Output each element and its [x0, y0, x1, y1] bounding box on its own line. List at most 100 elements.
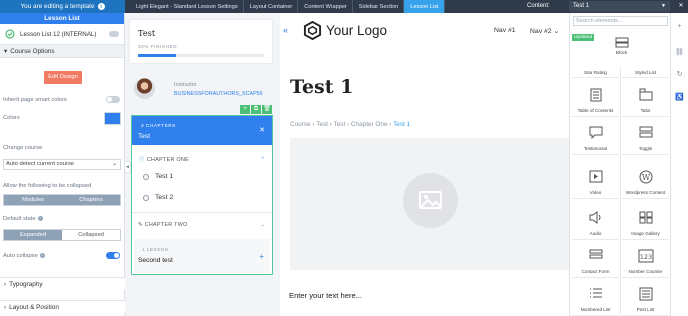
- element-tile-audio[interactable]: Audio: [572, 204, 619, 240]
- close-icon[interactable]: ✕: [676, 1, 686, 12]
- lesson-entry[interactable]: 1 LESSON Second test +: [134, 239, 270, 273]
- element-tile-star-rating[interactable]: Star Rating: [572, 66, 619, 78]
- lesson-count: 1 LESSON: [142, 247, 169, 252]
- close-icon[interactable]: ✕: [259, 126, 265, 134]
- content-select-value: Test 1: [573, 3, 590, 9]
- link-icon[interactable]: ⛓: [675, 48, 684, 57]
- color-swatch[interactable]: [104, 112, 121, 125]
- nav-item-1[interactable]: Nav #1: [494, 27, 516, 34]
- lesson-item[interactable]: Test 1: [143, 173, 173, 180]
- nav-item-2[interactable]: Nav #2 ⌄: [530, 27, 559, 35]
- element-tile-contact-form[interactable]: Contact Form: [572, 242, 619, 278]
- chevron-right-icon: ›: [4, 280, 7, 288]
- top-bar: You are editing a template i Light Elega…: [0, 0, 688, 13]
- double-chevron-left-icon[interactable]: «: [283, 25, 288, 35]
- default-state-label: Default state?: [3, 216, 43, 222]
- block-icon: [615, 37, 628, 48]
- tile-label: Styled List: [634, 70, 657, 75]
- default-state-text: Default state: [3, 216, 36, 222]
- modules-option[interactable]: Modules: [4, 195, 62, 205]
- help-icon[interactable]: ?: [37, 216, 43, 221]
- element-tile-numbered-list[interactable]: Numbered List: [572, 280, 619, 316]
- inherit-colors-toggle[interactable]: [106, 96, 120, 103]
- element-tile-tabs[interactable]: Tabs: [622, 81, 669, 117]
- colors-label: Colors: [3, 115, 20, 121]
- element-tile-number-counter[interactable]: 123 Number Counter: [622, 242, 669, 278]
- collapse-label: Allow the following to be collapsed: [3, 183, 92, 189]
- help-icon[interactable]: ?: [39, 253, 45, 258]
- info-icon[interactable]: i: [97, 3, 105, 10]
- instructor-label: Instructor: [174, 82, 197, 88]
- chapters-option[interactable]: Chapters: [62, 195, 120, 205]
- tile-label: Video: [589, 190, 602, 195]
- element-tile-post-list[interactable]: Post List: [622, 280, 669, 316]
- lesson-label: Test 2: [155, 194, 174, 201]
- chevron-down-icon: ▾: [4, 48, 8, 55]
- plus-icon[interactable]: +: [259, 252, 264, 261]
- lesson-item[interactable]: Test 2: [143, 194, 173, 201]
- element-name-row: Lesson List 12 (INTERNAL): [0, 24, 124, 45]
- text-placeholder[interactable]: Enter your text here...: [289, 291, 362, 300]
- divider: [132, 212, 272, 213]
- element-tile-testimonial[interactable]: Testimonial: [572, 119, 619, 155]
- accessibility-icon[interactable]: ♿: [675, 93, 684, 102]
- chapter-two-header[interactable]: ✎ CHAPTER TWO: [138, 222, 188, 228]
- status-circle-icon: [143, 173, 149, 180]
- section-label: Typography: [9, 280, 43, 288]
- breadcrumb: Light Elegant - Standard Lesson Settings…: [130, 0, 445, 13]
- tile-label: Toggle: [638, 146, 653, 151]
- breadcrumb-item[interactable]: Sidebar Section: [353, 0, 405, 13]
- plus-icon[interactable]: +: [675, 23, 684, 32]
- element-tile-wordpress-content[interactable]: W Wordpress Content: [622, 163, 669, 199]
- breadcrumb-item[interactable]: Test: [334, 121, 346, 128]
- element-tile-toggle[interactable]: Toggle: [622, 119, 669, 155]
- expanded-option[interactable]: Expanded: [4, 230, 62, 240]
- progress-text: 30% FINISHED: [138, 44, 178, 49]
- wordpress-icon: W: [639, 170, 652, 184]
- image-icon: [403, 173, 458, 228]
- element-tile-styled-list[interactable]: Styled List: [622, 66, 669, 78]
- breadcrumb-item-active[interactable]: Lesson List: [404, 0, 445, 13]
- refresh-icon[interactable]: ↻: [675, 70, 684, 79]
- breadcrumb-item[interactable]: Test: [316, 121, 328, 128]
- auto-collapse-text: Auto collapse: [3, 253, 38, 259]
- lesson-list-icon: [5, 29, 15, 39]
- search-input[interactable]: Search elements...: [573, 16, 668, 26]
- lesson-label: Test 1: [155, 173, 174, 180]
- chevron-up-icon[interactable]: ⌃: [260, 157, 265, 163]
- chevron-down-icon[interactable]: ⌄: [260, 222, 265, 228]
- add-icon[interactable]: +: [240, 105, 250, 114]
- breadcrumb-item[interactable]: Light Elegant - Standard Lesson Settings: [130, 0, 244, 13]
- content-select[interactable]: Test 1 ▼: [569, 1, 670, 12]
- course-select[interactable]: Auto detect current course ⌄: [3, 159, 121, 170]
- lesson-list-header: 3 CHAPTERS Test ✕: [132, 116, 272, 145]
- element-tile-image-gallery[interactable]: Image Gallery: [622, 204, 669, 240]
- duplicate-icon[interactable]: ⧉: [251, 105, 261, 114]
- nav-item-2-label: Nav #2: [530, 28, 552, 35]
- breadcrumb-item[interactable]: Layout Container: [244, 0, 299, 13]
- element-tile-video[interactable]: Video: [572, 163, 619, 199]
- updated-badge: Updated: [572, 34, 595, 41]
- collapse-panel-handle[interactable]: ◂: [124, 161, 131, 173]
- section-typography[interactable]: › Typography: [0, 277, 125, 290]
- delete-icon[interactable]: 🗑: [262, 105, 272, 114]
- element-tile-block[interactable]: Block: [598, 35, 645, 61]
- panel-title: Lesson List: [0, 13, 124, 24]
- breadcrumb-item[interactable]: Course: [290, 121, 311, 128]
- element-name: Lesson List 12 (INTERNAL): [20, 30, 97, 38]
- section-layout-position[interactable]: › Layout & Position: [0, 300, 125, 313]
- section-course-options[interactable]: ▾ Course Options: [0, 45, 124, 58]
- chapter-one-header[interactable]: 📄 CHAPTER ONE: [138, 157, 189, 163]
- image-placeholder[interactable]: [290, 138, 569, 270]
- auto-collapse-toggle[interactable]: [106, 252, 120, 259]
- collapsed-option[interactable]: Collapsed: [62, 230, 120, 240]
- breadcrumb-item[interactable]: Chapter One: [351, 121, 388, 128]
- logo: Your Logo: [303, 21, 387, 40]
- inherit-colors-label: Inherit page smart colors: [3, 97, 67, 103]
- element-tile-table-of-contents[interactable]: Table of Contents: [572, 81, 619, 117]
- avatar: [134, 78, 155, 99]
- edit-design-button[interactable]: Edit Design: [44, 71, 82, 84]
- instructor-name[interactable]: BUSINESSFORAUTHORS_SCAP56: [174, 91, 263, 97]
- element-visibility-toggle[interactable]: [109, 31, 119, 37]
- breadcrumb-item[interactable]: Content Wrapper: [298, 0, 353, 13]
